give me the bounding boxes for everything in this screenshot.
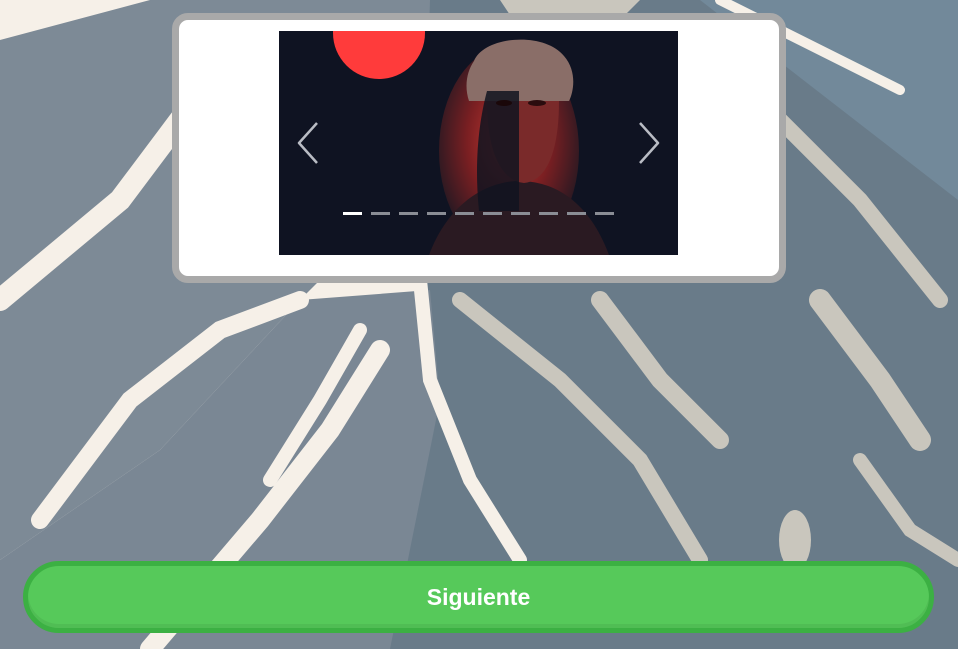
chevron-right-icon xyxy=(639,122,660,164)
carousel-next-button[interactable] xyxy=(634,119,662,167)
carousel-pagination xyxy=(343,212,614,216)
carousel-dot-7[interactable] xyxy=(511,212,530,215)
carousel-dot-4[interactable] xyxy=(427,212,446,215)
carousel-slide-image xyxy=(279,31,678,255)
chevron-left-icon xyxy=(297,122,318,164)
carousel-dot-9[interactable] xyxy=(567,212,586,215)
next-button[interactable]: Siguiente xyxy=(23,561,934,633)
image-carousel[interactable] xyxy=(279,31,678,255)
carousel-dot-6[interactable] xyxy=(483,212,502,215)
carousel-dot-2[interactable] xyxy=(371,212,390,215)
carousel-dot-8[interactable] xyxy=(539,212,558,215)
carousel-dot-1[interactable] xyxy=(343,212,362,215)
carousel-prev-button[interactable] xyxy=(295,119,323,167)
carousel-dot-5[interactable] xyxy=(455,212,474,215)
carousel-dot-3[interactable] xyxy=(399,212,418,215)
carousel-dot-10[interactable] xyxy=(595,212,614,215)
